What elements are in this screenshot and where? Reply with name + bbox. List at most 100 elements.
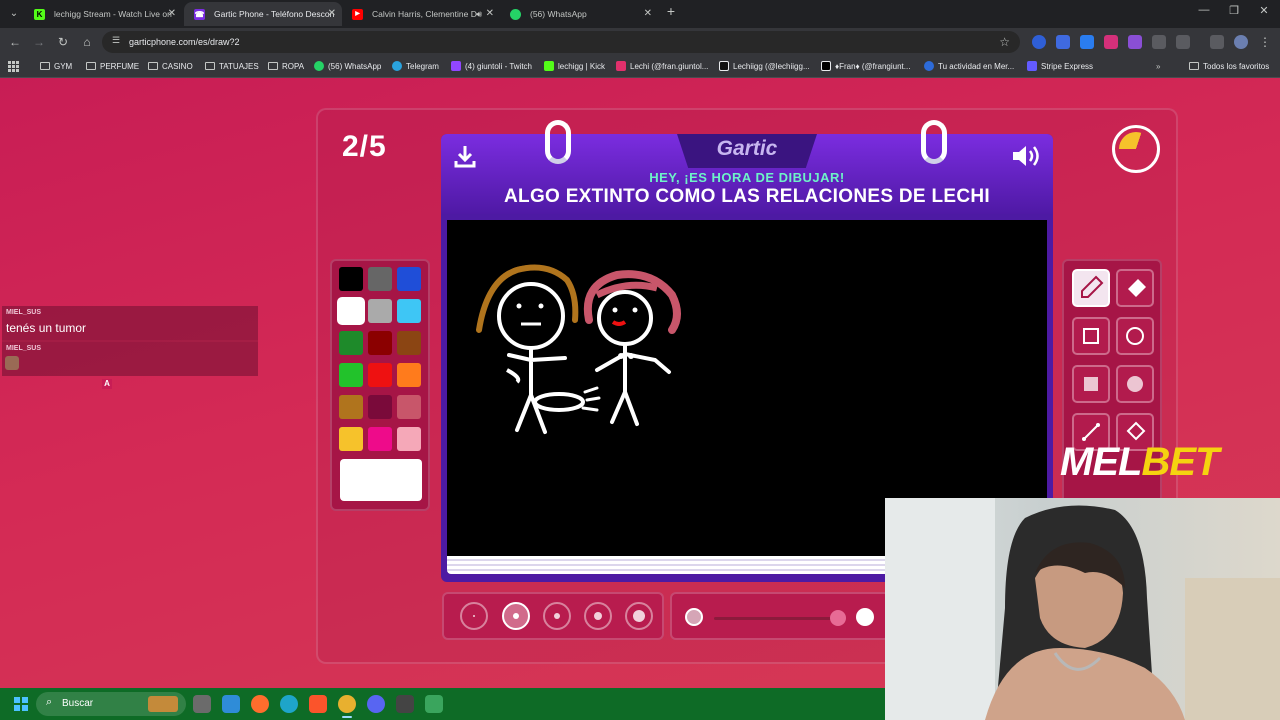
brush-size-4[interactable] xyxy=(584,602,612,630)
bookmark-twitch[interactable]: (4) giuntoli - Twitch xyxy=(451,56,532,77)
brush-size-3[interactable] xyxy=(543,602,571,630)
bookmark-tiktok[interactable]: Lechiigg (@lechiigg... xyxy=(719,56,810,77)
color-swatch[interactable] xyxy=(368,267,392,291)
color-swatch[interactable] xyxy=(397,267,421,291)
opacity-slider-track[interactable] xyxy=(714,617,840,620)
color-swatch[interactable] xyxy=(368,299,392,323)
extension-icon[interactable] xyxy=(1080,35,1094,49)
bookmark-instagram[interactable]: Lechi (@fran.giuntol... xyxy=(616,56,708,77)
url-text[interactable]: garticphone.com/es/draw?2 xyxy=(129,31,240,53)
close-icon[interactable]: ✕ xyxy=(486,2,494,26)
extensions-puzzle-icon[interactable] xyxy=(1176,35,1190,49)
rectangle-tool-button[interactable] xyxy=(1072,317,1110,355)
pencil-tool-button[interactable] xyxy=(1072,269,1110,307)
color-swatch[interactable] xyxy=(397,299,421,323)
bookmark-all-folder[interactable]: Todos los favoritos xyxy=(1189,56,1269,77)
color-swatch[interactable] xyxy=(397,331,421,355)
bookmark-folder-gym[interactable]: GYM xyxy=(40,56,72,77)
tab-search-button[interactable]: ⌄ xyxy=(4,4,24,24)
windows-start-icon[interactable] xyxy=(14,697,28,711)
bookmark-whatsapp[interactable]: (56) WhatsApp xyxy=(314,56,381,77)
app-icon[interactable] xyxy=(425,695,443,713)
apps-grid-icon[interactable] xyxy=(8,61,19,72)
brush-size-2[interactable] xyxy=(502,602,530,630)
task-view-icon[interactable] xyxy=(193,695,211,713)
volume-icon[interactable] xyxy=(1011,144,1041,168)
reading-list-icon[interactable] xyxy=(1210,35,1224,49)
tab-kick-stream[interactable]: K lechigg Stream - Watch Live on ✕ xyxy=(24,2,182,26)
bookmark-kick[interactable]: lechigg | Kick xyxy=(544,56,605,77)
menu-icon[interactable]: ⋮ xyxy=(1256,33,1274,51)
address-bar[interactable]: ☰ garticphone.com/es/draw?2 ☆ xyxy=(102,31,1020,53)
opacity-slider-handle[interactable] xyxy=(830,610,846,626)
color-swatch[interactable] xyxy=(339,427,363,451)
bookmark-x[interactable]: ♦Fran♦ (@frangiunt... xyxy=(821,56,910,77)
tab-whatsapp[interactable]: (56) WhatsApp ✕ xyxy=(500,2,658,26)
restore-button[interactable]: ❐ xyxy=(1224,4,1244,17)
color-swatch[interactable] xyxy=(339,299,363,323)
circle-outline-icon xyxy=(1126,327,1144,345)
eraser-tool-button[interactable] xyxy=(1116,269,1154,307)
more-bookmarks-chevron-icon[interactable]: » xyxy=(1156,56,1160,77)
color-swatch[interactable] xyxy=(339,395,363,419)
close-icon[interactable]: ✕ xyxy=(168,2,176,26)
color-swatch[interactable] xyxy=(339,267,363,291)
firefox-icon[interactable] xyxy=(251,695,269,713)
folder-icon xyxy=(1189,62,1199,70)
download-icon[interactable] xyxy=(453,144,477,168)
color-swatch[interactable] xyxy=(368,395,392,419)
tab-gartic-phone[interactable]: ☎ Gartic Phone - Teléfono Descon ✕ xyxy=(184,2,342,26)
new-tab-button[interactable]: + xyxy=(664,3,678,19)
folder-icon xyxy=(86,62,96,70)
forward-button[interactable]: → xyxy=(30,33,48,51)
reload-button[interactable]: ↻ xyxy=(54,33,72,51)
bookmark-telegram[interactable]: Telegram xyxy=(392,56,439,77)
home-icon[interactable]: ⌂ xyxy=(78,33,96,51)
close-icon[interactable]: ✕ xyxy=(644,2,652,26)
edge-icon[interactable] xyxy=(280,695,298,713)
color-swatch[interactable] xyxy=(339,363,363,387)
color-swatch[interactable] xyxy=(368,427,392,451)
close-icon[interactable]: ✕ xyxy=(328,2,336,26)
close-window-button[interactable]: ✕ xyxy=(1254,4,1274,17)
ellipse-tool-button[interactable] xyxy=(1116,317,1154,355)
bookmark-stripe[interactable]: Stripe Express xyxy=(1027,56,1093,77)
speaker-icon[interactable]: 🔊︎ xyxy=(476,2,482,26)
extension-icon[interactable] xyxy=(1128,35,1142,49)
site-info-icon[interactable]: ☰ xyxy=(110,35,122,47)
extension-icon[interactable] xyxy=(1152,35,1166,49)
brush-size-5[interactable] xyxy=(625,602,653,630)
extension-icon[interactable] xyxy=(1032,35,1046,49)
bookmark-star-icon[interactable]: ☆ xyxy=(999,31,1010,53)
taskbar-search[interactable]: ⌕ Buscar xyxy=(36,692,186,716)
bookmark-folder-casino[interactable]: CASINO xyxy=(148,56,193,77)
filled-rectangle-tool-button[interactable] xyxy=(1072,365,1110,403)
extension-icon[interactable] xyxy=(1056,35,1070,49)
color-swatch[interactable] xyxy=(368,331,392,355)
file-explorer-icon[interactable] xyxy=(222,695,240,713)
bookmark-mercadolibre[interactable]: Tu actividad en Mer... xyxy=(924,56,1014,77)
brave-icon[interactable] xyxy=(309,695,327,713)
discord-icon[interactable] xyxy=(367,695,385,713)
color-swatch[interactable] xyxy=(339,331,363,355)
filled-ellipse-tool-button[interactable] xyxy=(1116,365,1154,403)
bookmark-folder-perfume[interactable]: PERFUME xyxy=(86,56,139,77)
tab-youtube[interactable]: ▶ Calvin Harris, Clementine D 🔊︎ ✕ xyxy=(342,2,500,26)
notebook-ring xyxy=(921,120,947,164)
bookmarks-bar: GYM PERFUME CASINO TATUAJES ROPA (56) Wh… xyxy=(0,56,1280,78)
tab-strip: ⌄ K lechigg Stream - Watch Live on ✕ ☎ G… xyxy=(0,0,1280,28)
minimize-button[interactable]: — xyxy=(1194,4,1214,16)
color-swatch[interactable] xyxy=(368,363,392,387)
color-swatch[interactable] xyxy=(397,363,421,387)
bookmark-folder-ropa[interactable]: ROPA xyxy=(268,56,304,77)
bookmark-folder-tatuajes[interactable]: TATUAJES xyxy=(205,56,259,77)
extension-icon[interactable] xyxy=(1104,35,1118,49)
back-button[interactable]: ← xyxy=(6,33,24,51)
profile-avatar[interactable] xyxy=(1234,35,1248,49)
color-swatch[interactable] xyxy=(397,395,421,419)
chrome-icon[interactable] xyxy=(338,695,356,718)
color-palette xyxy=(330,259,430,511)
app-icon[interactable] xyxy=(396,695,414,713)
color-swatch[interactable] xyxy=(397,427,421,451)
brush-size-1[interactable] xyxy=(460,602,488,630)
